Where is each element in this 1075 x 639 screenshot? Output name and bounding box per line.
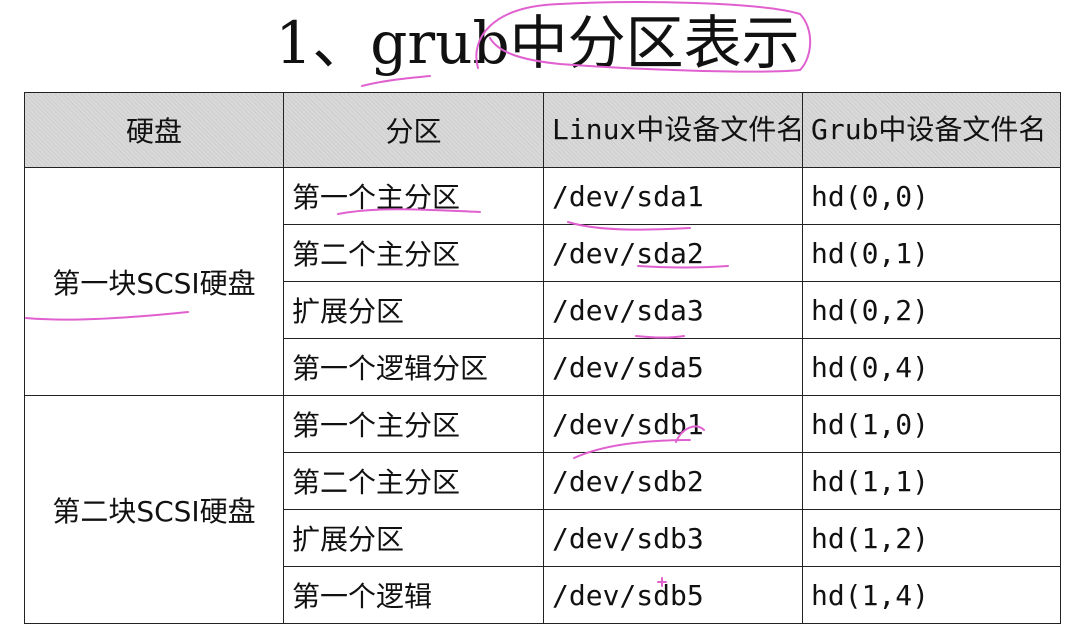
partition-cell: 第一个主分区 [283, 167, 544, 225]
linux-device-cell: /dev/sda5 [543, 338, 803, 396]
partition-cell: 第二个主分区 [283, 452, 544, 510]
linux-device-cell: /dev/sdb5 [543, 566, 803, 624]
linux-device-cell: /dev/sda2 [543, 224, 803, 282]
disk-cell: 第一块SCSI硬盘 [24, 167, 284, 396]
table-row: 第二块SCSI硬盘 第一个主分区 /dev/sdb1 hd(1,0) [24, 395, 1061, 624]
grub-device-cell: hd(1,0) [802, 395, 1061, 453]
grub-device-cell: hd(0,1) [802, 224, 1061, 282]
partition-cell: 扩展分区 [283, 509, 544, 567]
partition-cell: 第二个主分区 [283, 224, 544, 282]
grub-device-cell: hd(0,0) [802, 167, 1061, 225]
slide-title: 1、grub中分区表示 [275, 9, 800, 77]
grub-device-cell: hd(1,2) [802, 509, 1061, 567]
linux-device-cell: /dev/sdb3 [543, 509, 803, 567]
grub-device-cell: hd(0,2) [802, 281, 1061, 339]
header-grub-device: Grub中设备文件名 [802, 92, 1061, 168]
disk-cell: 第二块SCSI硬盘 [24, 395, 284, 624]
partition-cell: 第一个主分区 [283, 395, 544, 453]
linux-device-cell: /dev/sda3 [543, 281, 803, 339]
header-partition: 分区 [283, 92, 544, 168]
partition-cell: 第一个逻辑分区 [283, 338, 544, 396]
table-row: 第一块SCSI硬盘 第一个主分区 /dev/sda1 hd(0,0) [24, 167, 1061, 396]
partition-cell: 扩展分区 [283, 281, 544, 339]
partition-cell: 第一个逻辑 [283, 566, 544, 624]
table-header-row: 硬盘 分区 Linux中设备文件名 Grub中设备文件名 [24, 92, 1061, 168]
grub-device-cell: hd(1,4) [802, 566, 1061, 624]
linux-device-cell: /dev/sda1 [543, 167, 803, 225]
grub-device-cell: hd(1,1) [802, 452, 1061, 510]
grub-device-cell: hd(0,4) [802, 338, 1061, 396]
header-disk: 硬盘 [24, 92, 284, 168]
linux-device-cell: /dev/sdb2 [543, 452, 803, 510]
linux-device-cell: /dev/sdb1 [543, 395, 803, 453]
header-linux-device: Linux中设备文件名 [543, 92, 803, 168]
partition-table: 硬盘 分区 Linux中设备文件名 Grub中设备文件名 第一块SCSI硬盘 第… [24, 92, 1061, 624]
